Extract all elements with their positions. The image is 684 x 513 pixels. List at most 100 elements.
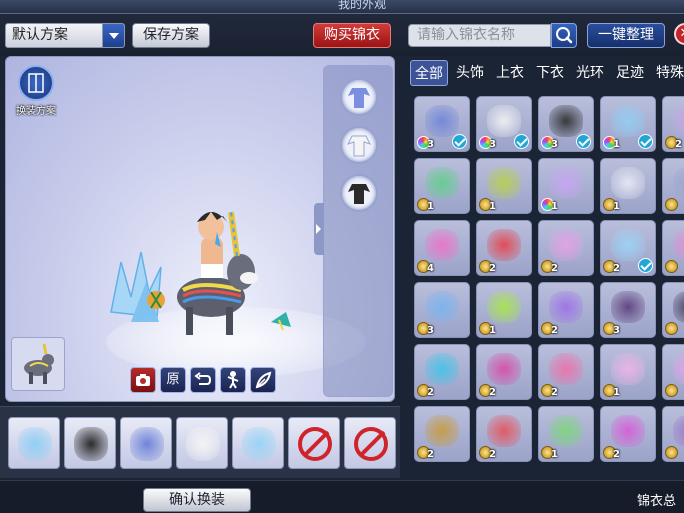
outfit-item[interactable]: 2 — [662, 96, 684, 152]
slot-dark-outfit[interactable] — [340, 174, 378, 212]
outfit-item[interactable]: 1 — [538, 406, 594, 462]
green-bubbles-icon — [487, 291, 521, 323]
tab-2[interactable]: 上衣 — [492, 60, 528, 86]
outfit-item[interactable]: 2 — [538, 344, 594, 400]
outfit-scheme-button[interactable]: 换装方案 — [14, 65, 58, 117]
ice-wings-icon — [611, 229, 645, 261]
equipped-slot[interactable] — [64, 417, 116, 469]
lotus-icon — [487, 353, 521, 385]
outfit-item[interactable] — [662, 158, 684, 214]
slot-top-robe[interactable] — [340, 78, 378, 116]
outfit-item[interactable]: 1 — [600, 96, 656, 152]
tab-0[interactable]: 全部 — [410, 60, 448, 86]
equipped-slot[interactable] — [232, 417, 284, 469]
collapse-tab[interactable] — [314, 203, 324, 255]
tab-1[interactable]: 头饰 — [452, 60, 488, 86]
item-count: 3 — [613, 325, 620, 336]
outfit-item[interactable]: 1 — [538, 158, 594, 214]
effect-toggle-button[interactable] — [250, 367, 276, 393]
slot-shirt[interactable] — [340, 126, 378, 164]
save-scheme-button[interactable]: 保存方案 — [132, 23, 210, 48]
ice-wings-icon — [242, 427, 276, 461]
equipped-slot[interactable] — [8, 417, 60, 469]
black-hole-icon — [487, 167, 521, 199]
outfit-item[interactable] — [662, 220, 684, 276]
colorful-dots-icon — [611, 415, 645, 447]
black-hair-icon — [549, 105, 583, 137]
item-count: 3 — [551, 139, 558, 150]
reset-button[interactable] — [190, 367, 216, 393]
tab-3[interactable]: 下衣 — [532, 60, 568, 86]
golden-mask-icon — [425, 415, 459, 447]
outfit-total-label: 锦衣总 — [637, 494, 677, 509]
screenshot-button[interactable] — [130, 367, 156, 393]
outfit-item[interactable]: 2 — [476, 344, 532, 400]
outfit-item[interactable]: 3 — [414, 96, 470, 152]
equipped-slot[interactable] — [288, 417, 340, 469]
outfit-item[interactable]: 2 — [600, 220, 656, 276]
item-count: 2 — [613, 263, 620, 274]
outfit-item[interactable]: 2 — [476, 220, 532, 276]
item-count: 3 — [427, 139, 434, 150]
tab-4[interactable]: 光环 — [572, 60, 608, 86]
scheme-dropdown[interactable]: 默认方案 — [5, 23, 125, 48]
buy-outfit-button[interactable]: 购买锦衣 — [313, 23, 391, 48]
outfit-item[interactable]: 1 — [600, 158, 656, 214]
character-preview[interactable]: 换装方案 原 — [5, 56, 395, 402]
one-click-organize-button[interactable]: 一键整理 — [587, 23, 665, 48]
equipped-slot[interactable] — [176, 417, 228, 469]
outfit-item[interactable]: 4 — [414, 220, 470, 276]
outfit-item[interactable]: 1 — [476, 282, 532, 338]
white-shorts-icon — [186, 427, 220, 461]
checkmark-icon — [452, 134, 467, 149]
item-count: 2 — [613, 449, 620, 460]
outfit-item[interactable]: 1 — [476, 158, 532, 214]
outfit-item[interactable]: 3 — [476, 96, 532, 152]
tab-6[interactable]: 特殊 — [652, 60, 684, 86]
item-count: 4 — [427, 263, 434, 274]
bottom-bar — [0, 480, 684, 513]
blue-robe-icon — [130, 427, 164, 461]
outfit-item[interactable]: 2 — [538, 220, 594, 276]
outfit-item[interactable] — [662, 406, 684, 462]
outfit-item[interactable]: 2 — [538, 282, 594, 338]
partial-item-icon — [673, 291, 684, 323]
item-count: 3 — [427, 325, 434, 336]
chevron-down-icon[interactable] — [102, 24, 124, 47]
item-count: 2 — [489, 387, 496, 398]
search-input[interactable]: 请输入锦衣名称 — [408, 24, 551, 47]
pink-cloud-icon — [611, 353, 645, 385]
outfit-item[interactable]: 1 — [414, 158, 470, 214]
equipped-slot[interactable] — [120, 417, 172, 469]
outfit-item[interactable] — [662, 344, 684, 400]
blue-wings-icon — [611, 105, 645, 137]
item-count: 2 — [427, 449, 434, 460]
search-button[interactable] — [551, 23, 577, 48]
close-icon: ✕ — [680, 26, 684, 41]
original-look-button[interactable]: 原 — [160, 367, 186, 393]
blue-streak-icon — [425, 291, 459, 323]
outfit-item[interactable]: 3 — [414, 282, 470, 338]
mount-thumbnail[interactable] — [11, 337, 65, 391]
cyan-wings-icon — [425, 353, 459, 385]
pose-button[interactable] — [220, 367, 246, 393]
outfit-item[interactable]: 3 — [600, 282, 656, 338]
outfit-item[interactable]: 2 — [414, 344, 470, 400]
outfit-item[interactable]: 2 — [476, 406, 532, 462]
tab-5[interactable]: 足迹 — [612, 60, 648, 86]
equipped-slot[interactable] — [344, 417, 396, 469]
outfit-item[interactable]: 3 — [538, 96, 594, 152]
undo-icon — [194, 372, 212, 385]
item-count: 2 — [551, 263, 558, 274]
outfit-item[interactable]: 1 — [600, 344, 656, 400]
red-hair-icon — [487, 415, 521, 447]
gold-coin-icon — [665, 260, 678, 273]
pose-figure-icon — [227, 371, 239, 389]
outfit-item[interactable] — [662, 282, 684, 338]
black-hair-icon — [74, 427, 108, 461]
item-count: 1 — [613, 387, 620, 398]
outfit-item[interactable]: 2 — [414, 406, 470, 462]
outfit-item[interactable]: 2 — [600, 406, 656, 462]
gold-coin-icon — [665, 198, 678, 211]
confirm-outfit-button[interactable]: 确认换装 — [143, 488, 251, 512]
